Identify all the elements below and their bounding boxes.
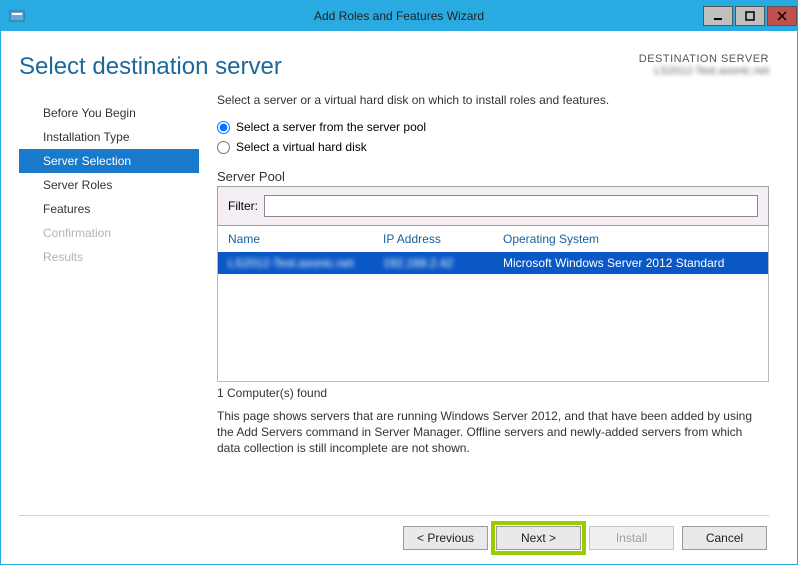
- radio-server-pool-label: Select a server from the server pool: [236, 120, 426, 134]
- wizard-window: Add Roles and Features Wizard Select des…: [0, 0, 798, 565]
- previous-button[interactable]: < Previous: [403, 526, 488, 550]
- window-title: Add Roles and Features Wizard: [314, 9, 484, 23]
- col-os[interactable]: Operating System: [503, 232, 764, 246]
- instruction-text: Select a server or a virtual hard disk o…: [217, 93, 769, 107]
- computers-found: 1 Computer(s) found: [217, 386, 769, 400]
- radio-vhd-input[interactable]: [217, 141, 230, 154]
- col-ip[interactable]: IP Address: [383, 232, 503, 246]
- destination-block: DESTINATION SERVER LS2012-Test.axonic.ne…: [639, 53, 769, 77]
- destination-server: LS2012-Test.axonic.net: [639, 65, 769, 77]
- nav-server-selection[interactable]: Server Selection: [19, 149, 199, 173]
- wizard-nav: Before You Begin Installation Type Serve…: [19, 93, 199, 501]
- button-row: < Previous Next > Install Cancel: [19, 526, 769, 550]
- cell-os: Microsoft Windows Server 2012 Standard: [503, 256, 764, 270]
- radio-vhd[interactable]: Select a virtual hard disk: [217, 140, 769, 154]
- radio-server-pool[interactable]: Select a server from the server pool: [217, 120, 769, 134]
- filter-label: Filter:: [228, 199, 258, 213]
- filter-box: Filter:: [217, 186, 769, 226]
- next-button[interactable]: Next >: [496, 526, 581, 550]
- nav-before-you-begin[interactable]: Before You Begin: [19, 101, 199, 125]
- cell-name: LS2012-Test.axonic.net: [228, 256, 383, 270]
- separator: [19, 515, 769, 516]
- cancel-button[interactable]: Cancel: [682, 526, 767, 550]
- table-row[interactable]: LS2012-Test.axonic.net 192.168.2.42 Micr…: [218, 252, 768, 274]
- filter-input[interactable]: [264, 195, 758, 217]
- radio-vhd-label: Select a virtual hard disk: [236, 140, 367, 154]
- window-controls: [701, 6, 797, 26]
- destination-label: DESTINATION SERVER: [639, 53, 769, 65]
- titlebar: Add Roles and Features Wizard: [1, 1, 797, 31]
- table-body: LS2012-Test.axonic.net 192.168.2.42 Micr…: [217, 252, 769, 382]
- nav-confirmation: Confirmation: [19, 221, 199, 245]
- nav-results: Results: [19, 245, 199, 269]
- table-header: Name IP Address Operating System: [217, 226, 769, 252]
- page-title: Select destination server: [19, 53, 282, 81]
- install-button: Install: [589, 526, 674, 550]
- col-name[interactable]: Name: [228, 232, 383, 246]
- main-panel: Select a server or a virtual hard disk o…: [199, 93, 769, 501]
- note-text: This page shows servers that are running…: [217, 408, 769, 457]
- nav-server-roles[interactable]: Server Roles: [19, 173, 199, 197]
- close-button[interactable]: [767, 6, 797, 26]
- content-area: Select destination server DESTINATION SE…: [1, 31, 797, 564]
- nav-installation-type[interactable]: Installation Type: [19, 125, 199, 149]
- maximize-button[interactable]: [735, 6, 765, 26]
- radio-server-pool-input[interactable]: [217, 121, 230, 134]
- minimize-button[interactable]: [703, 6, 733, 26]
- body-row: Before You Begin Installation Type Serve…: [19, 93, 769, 501]
- server-manager-icon: [9, 8, 25, 24]
- nav-features[interactable]: Features: [19, 197, 199, 221]
- server-pool-heading: Server Pool: [217, 169, 769, 184]
- cell-ip: 192.168.2.42: [383, 256, 503, 270]
- header-row: Select destination server DESTINATION SE…: [19, 53, 769, 81]
